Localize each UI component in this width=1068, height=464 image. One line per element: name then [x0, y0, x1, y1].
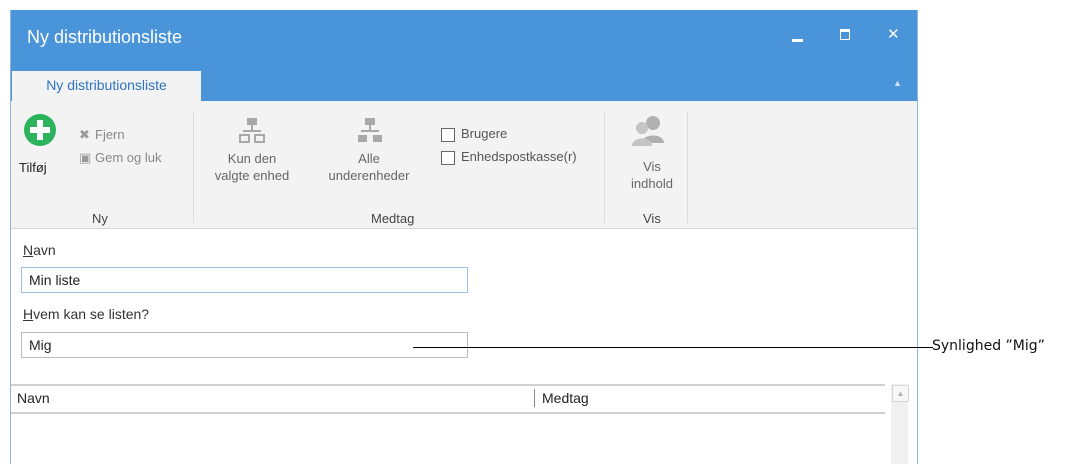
distribution-list-window: Ny distributionsliste ✕ Ny distributions… — [10, 10, 918, 464]
ribbon: Tilføj ✖ Fjern ▣ Gem og luk Ny Kun den val… — [11, 101, 917, 229]
minimize-button[interactable] — [785, 24, 811, 48]
column-header-navn[interactable]: Navn — [17, 390, 50, 406]
remove-icon: ✖ — [79, 127, 90, 142]
selected-unit-label: Kun den valgte enhed — [214, 151, 290, 183]
name-field[interactable]: Min liste — [21, 267, 468, 293]
add-icon — [24, 114, 56, 146]
remove-label: Fjern — [95, 127, 125, 142]
group-divider — [193, 111, 194, 223]
all-subunits-label: Alle underenheder — [328, 151, 410, 183]
name-label: Navn — [23, 242, 56, 258]
show-content-label: Vis indhold — [631, 159, 673, 191]
visibility-label: Hvem kan se listen? — [23, 306, 150, 322]
selected-unit-button[interactable]: Kun den valgte enhed — [207, 113, 297, 188]
callout-line — [413, 347, 916, 348]
grid-scrollbar[interactable]: ▲ — [891, 384, 909, 464]
members-grid-header: Navn Medtag — [11, 384, 885, 414]
column-header-medtag[interactable]: Medtag — [542, 390, 589, 406]
group-divider — [604, 111, 605, 223]
save-close-button[interactable]: ▣ Gem og luk — [79, 150, 161, 166]
save-close-label: Gem og luk — [95, 150, 162, 165]
org-chart-icon — [239, 118, 265, 143]
title-bar: Ny distributionsliste ✕ — [11, 10, 917, 66]
group-label-ny: Ny — [92, 211, 108, 226]
org-chart-icon — [358, 118, 382, 142]
callout-line — [916, 347, 933, 348]
group-divider — [687, 111, 688, 223]
group-label-medtag: Medtag — [371, 211, 415, 226]
window-title: Ny distributionsliste — [27, 27, 183, 47]
callout-label: Synlighed ”Mig” — [932, 338, 1045, 354]
remove-button[interactable]: ✖ Fjern — [79, 127, 125, 143]
save-icon: ▣ — [79, 150, 92, 165]
tab-ny-distributionsliste[interactable]: Ny distributionsliste — [12, 71, 201, 101]
add-button[interactable]: Tilføj — [17, 113, 61, 193]
users-checkbox-box[interactable] — [441, 128, 455, 142]
column-divider[interactable] — [534, 389, 535, 407]
unit-mailbox-checkbox-label: Enhedspostkasse(r) — [461, 149, 577, 164]
ribbon-tabstrip: Ny distributionsliste ▲ — [11, 66, 917, 101]
collapse-ribbon-icon[interactable]: ▲ — [893, 78, 902, 88]
group-label-vis: Vis — [643, 211, 661, 226]
people-icon — [632, 116, 664, 146]
maximize-button[interactable] — [833, 24, 859, 48]
unit-mailbox-checkbox-box[interactable] — [441, 151, 455, 165]
close-button[interactable]: ✕ — [881, 24, 907, 48]
close-icon: ✕ — [887, 26, 900, 43]
add-label: Tilføj — [19, 160, 47, 175]
users-checkbox-label: Brugere — [461, 126, 508, 141]
all-subunits-button[interactable]: Alle underenheder — [319, 113, 419, 188]
minimize-icon — [792, 39, 803, 42]
visibility-field[interactable]: Mig — [21, 332, 468, 358]
scroll-up-icon[interactable]: ▲ — [892, 385, 909, 402]
show-content-button[interactable]: Vis indhold — [617, 113, 687, 191]
maximize-icon — [840, 29, 850, 40]
